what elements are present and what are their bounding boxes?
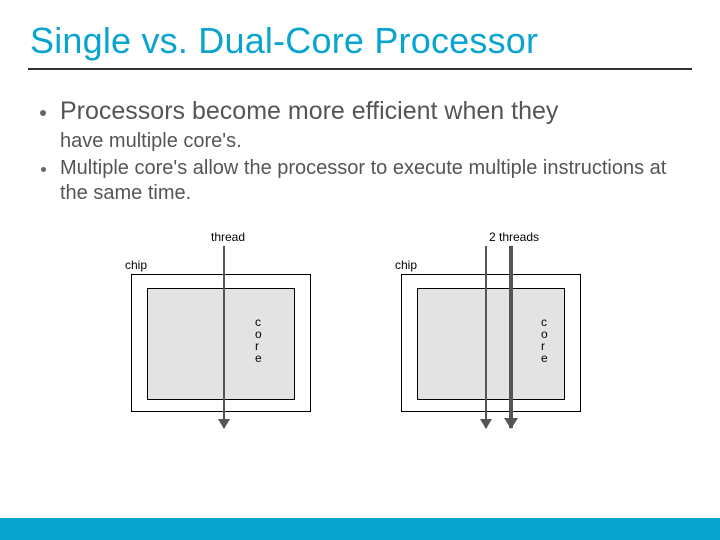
core-label: c o r e — [255, 316, 262, 364]
bullet-list: Processors become more efficient when th… — [0, 70, 720, 206]
thread-label: thread — [211, 230, 245, 244]
single-core-diagram: thread chip c o r e — [125, 230, 325, 450]
bullet-item-2: Multiple core's allow the processor to e… — [40, 156, 680, 206]
diagram-container: thread chip c o r e 2 threads chip c o r… — [0, 230, 720, 450]
bullet-1-continuation: have multiple core's. — [60, 129, 680, 154]
core-label: c o r e — [541, 316, 548, 364]
thread-arrow-icon — [485, 246, 487, 428]
dual-thread-diagram: 2 threads chip c o r e — [395, 230, 595, 450]
bullet-2-text: Multiple core's allow the processor to e… — [60, 156, 680, 206]
slide-title: Single vs. Dual-Core Processor — [0, 0, 720, 68]
thread-arrow-icon — [509, 246, 513, 428]
core-box — [147, 288, 295, 400]
thread-arrow-icon — [223, 246, 225, 428]
bullet-dot-icon — [40, 110, 46, 116]
chip-label: chip — [395, 258, 417, 272]
bullet-1-line1: Processors become more efficient when th… — [60, 96, 558, 127]
footer-accent-bar — [0, 518, 720, 540]
chip-label: chip — [125, 258, 147, 272]
bullet-dot-icon — [41, 167, 46, 172]
bullet-item-1: Processors become more efficient when th… — [40, 96, 680, 127]
threads-label: 2 threads — [489, 230, 539, 244]
